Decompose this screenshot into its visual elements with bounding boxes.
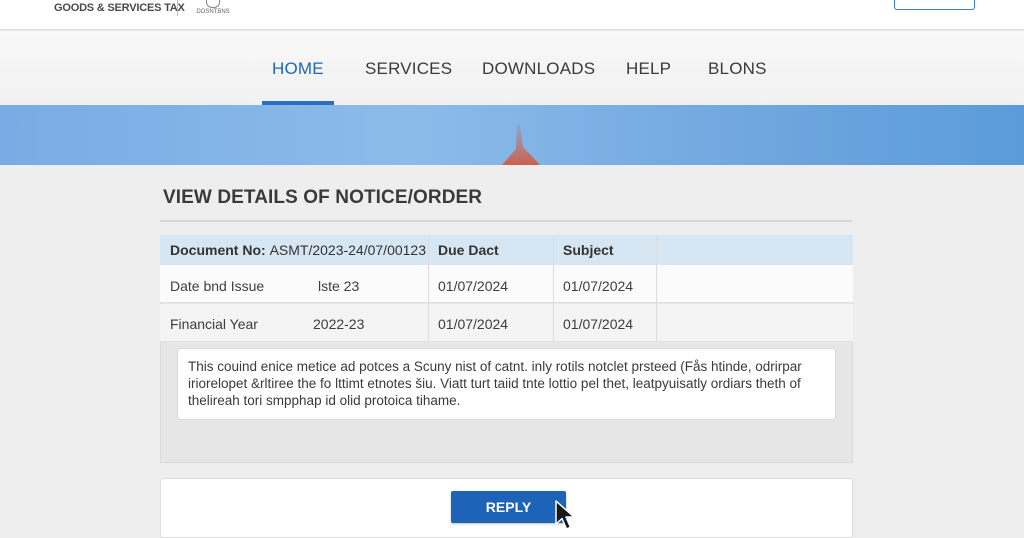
emblem-icon: [206, 0, 220, 8]
document-number-cell: Document No: ASMT/2023-24/07/00123: [170, 242, 426, 258]
date-of-issue-value: lste 23: [318, 278, 360, 294]
column-divider: [428, 235, 429, 342]
brand-divider: [177, 0, 178, 16]
nav-item-help[interactable]: HELP: [626, 59, 671, 79]
reply-button[interactable]: REPLY: [451, 491, 566, 523]
top-header: GOODS & SERVICES TAX DOSNTBNS: [0, 0, 1024, 30]
column-divider: [553, 235, 554, 342]
notice-line: This couind enice metice ad potces a Scu…: [188, 359, 802, 374]
main-nav: HOME SERVICES DOWNLOADS HELP BLONS: [0, 31, 1024, 105]
notice-line: iriorelopet &rltiree the fo lttimt etnot…: [188, 376, 801, 391]
row2-subject: 01/07/2024: [563, 316, 634, 332]
document-number-value: ASMT/2023-24/07/00123: [269, 242, 427, 258]
document-number-label: Document No:: [170, 242, 266, 258]
page-title: VIEW DETAILS OF NOTICE/ORDER: [163, 187, 483, 208]
row2-due-date: 01/07/2024: [438, 316, 509, 332]
flag-icon: [502, 125, 540, 165]
hero-banner: [0, 105, 1024, 165]
nav-item-services[interactable]: SERVICES: [365, 59, 452, 79]
nav-item-blons[interactable]: BLONS: [708, 59, 767, 79]
row1-subject: 01/07/2024: [563, 278, 634, 294]
row1-due-date: 01/07/2024: [438, 278, 509, 294]
notice-description: This couind enice metice ad potces a Scu…: [177, 348, 836, 420]
column-divider: [656, 235, 657, 342]
nav-item-downloads[interactable]: DOWNLOADS: [482, 59, 595, 79]
notice-line: thelireah tori smpphap id olid protoica …: [188, 393, 461, 408]
top-right-button[interactable]: [894, 0, 975, 10]
subject-header: Subject: [563, 242, 614, 258]
financial-year-value: 2022-23: [313, 316, 365, 332]
emblem-logo: DOSNTBNS: [196, 0, 230, 18]
mouse-pointer-icon: [555, 500, 575, 530]
date-of-issue-label: Date bnd Issue: [170, 278, 265, 294]
nav-item-home[interactable]: HOME: [272, 59, 324, 79]
brand-name: GOODS & SERVICES TAX: [54, 2, 185, 14]
due-date-header: Due Dact: [438, 242, 499, 258]
financial-year-label: Financial Year: [170, 316, 258, 332]
emblem-caption: DOSNTBNS: [196, 9, 230, 15]
title-divider: [160, 220, 852, 222]
